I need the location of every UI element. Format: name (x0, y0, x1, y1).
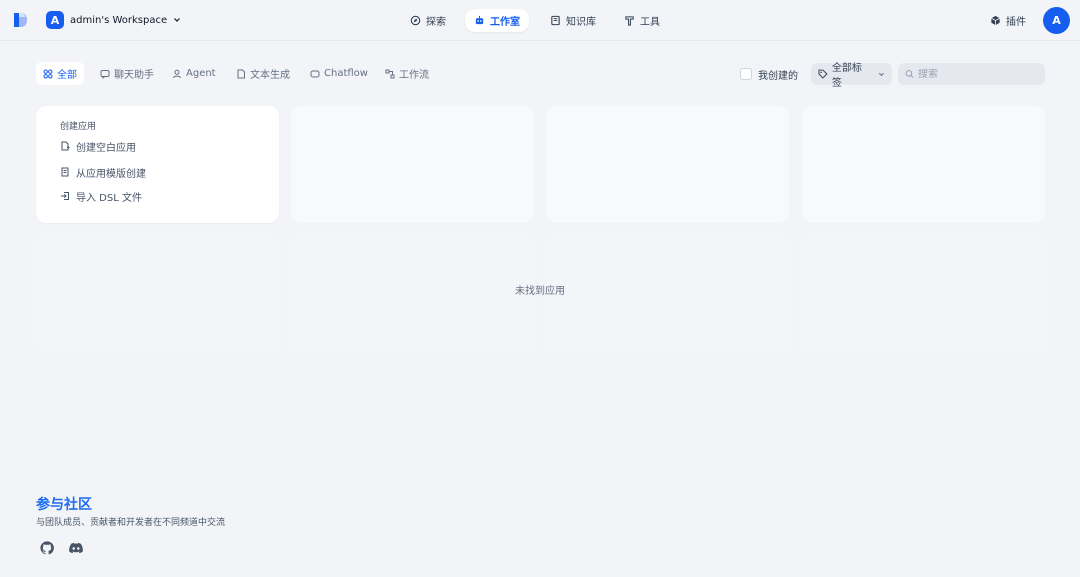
created-by-me-filter[interactable]: 我创建的 (740, 67, 798, 82)
plugins-label: 插件 (1006, 16, 1026, 28)
empty-state-message: 未找到应用 (515, 286, 565, 297)
hammer-icon (625, 16, 634, 26)
placeholder-card (36, 366, 279, 466)
tab-chatflow[interactable]: Chatflow (303, 62, 375, 85)
compass-icon (410, 15, 421, 26)
robot-icon (475, 15, 484, 25)
created-by-me-checkbox[interactable] (740, 68, 752, 80)
top-bar: A admin's Workspace 探索 工作室 知识库 工具 插件 A (0, 0, 1080, 41)
placeholder-card (802, 106, 1045, 223)
community-subtitle: 与团队成员、贡献者和开发者在不同频道中交流 (36, 518, 226, 528)
placeholder-card (546, 236, 789, 353)
create-blank-app-button[interactable]: 创建空白应用 (60, 139, 136, 154)
tab-completion-label: 文本生成 (250, 70, 290, 81)
nav-explore-label: 探索 (426, 17, 446, 28)
tab-chatbot[interactable]: 聊天助手 (93, 62, 161, 85)
create-blank-app-label: 创建空白应用 (76, 142, 136, 154)
chatflow-icon (310, 70, 320, 77)
search-input[interactable] (918, 68, 1038, 80)
tab-workflow-label: 工作流 (399, 70, 429, 81)
create-app-card: 创建应用 创建空白应用 从应用模版创建 导入 DSL 文件 (36, 106, 279, 223)
tab-agent-label: Agent (186, 68, 216, 79)
cube-icon (991, 15, 1000, 25)
placeholder-card (546, 106, 789, 223)
workflow-icon (385, 69, 395, 78)
user-avatar[interactable]: A (1043, 7, 1070, 34)
tab-chatflow-label: Chatflow (324, 68, 368, 79)
placeholder-card (802, 236, 1045, 353)
document-icon (237, 69, 245, 78)
tag-filter-dropdown[interactable]: 全部标签 (811, 63, 892, 89)
tab-workflow[interactable]: 工作流 (378, 62, 436, 85)
file-plus-icon (61, 141, 70, 151)
plugins-button[interactable]: 插件 (990, 12, 1026, 28)
placeholder-card (36, 236, 279, 353)
nav-studio-label: 工作室 (490, 17, 520, 28)
book-icon (551, 15, 560, 26)
placeholder-card (546, 366, 789, 466)
placeholder-card (291, 366, 534, 466)
nav-explore[interactable]: 探索 (401, 9, 455, 32)
tag-icon (818, 69, 828, 79)
nav-tools[interactable]: 工具 (615, 9, 669, 32)
placeholder-card (291, 106, 534, 223)
nav-knowledge[interactable]: 知识库 (541, 9, 605, 32)
tab-all[interactable]: 全部 (36, 62, 84, 85)
import-dsl-button[interactable]: 导入 DSL 文件 (60, 189, 142, 204)
template-icon (61, 167, 69, 177)
nav-knowledge-label: 知识库 (566, 17, 596, 28)
agent-icon (173, 69, 181, 78)
create-from-template-label: 从应用模版创建 (76, 168, 146, 180)
tag-filter-label: 全部标签 (831, 63, 862, 89)
tab-agent[interactable]: Agent (165, 62, 223, 85)
community-title: 参与社区 (36, 497, 92, 513)
chat-icon (100, 69, 110, 79)
discord-icon[interactable] (69, 541, 83, 555)
created-by-me-label: 我创建的 (758, 70, 798, 82)
nav-studio[interactable]: 工作室 (465, 9, 529, 32)
tab-all-label: 全部 (57, 70, 77, 81)
github-icon[interactable] (40, 541, 54, 555)
nav-tools-label: 工具 (640, 17, 660, 28)
chevron-down-icon (879, 72, 885, 76)
import-icon (61, 192, 69, 200)
main-nav: 探索 工作室 知识库 工具 (0, 9, 1080, 32)
placeholder-card (802, 366, 1045, 466)
search-box[interactable] (898, 63, 1045, 85)
search-icon (905, 70, 914, 78)
grid-icon (43, 69, 53, 79)
import-dsl-label: 导入 DSL 文件 (76, 192, 142, 204)
tab-chatbot-label: 聊天助手 (114, 70, 154, 81)
create-app-title: 创建应用 (60, 122, 97, 132)
tab-completion[interactable]: 文本生成 (229, 62, 297, 85)
create-from-template-button[interactable]: 从应用模版创建 (60, 165, 146, 180)
